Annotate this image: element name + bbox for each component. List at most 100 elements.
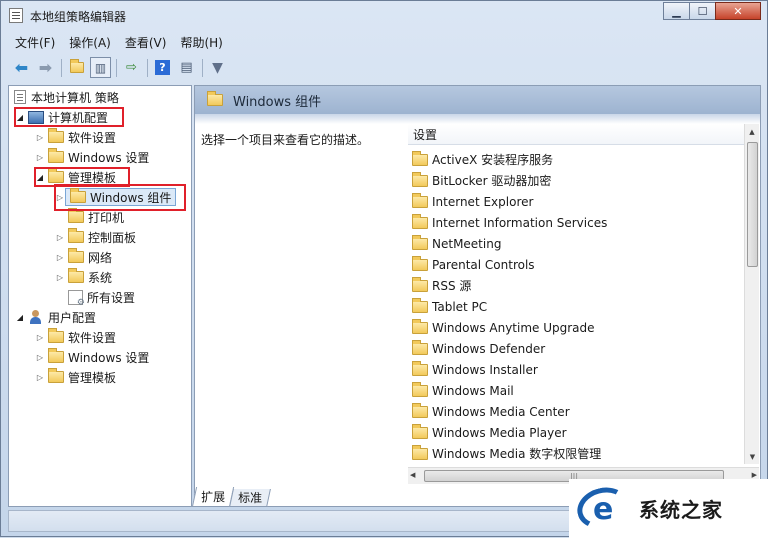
tree-label: 系统 (88, 270, 113, 285)
list-item[interactable]: BitLocker 驱动器加密 (408, 170, 738, 191)
expand-arrow-icon[interactable]: ▷ (35, 373, 45, 382)
tree-item-user-admin-templates[interactable]: ▷ 管理模板 (35, 368, 116, 386)
tree-item-user-software-settings[interactable]: ▷ 软件设置 (35, 328, 116, 346)
tree-item-windows-settings[interactable]: ▷ Windows 设置 (35, 148, 149, 166)
folder-icon (207, 91, 223, 106)
vertical-scrollbar[interactable]: ▲ ▼ (744, 124, 759, 464)
expand-arrow-icon[interactable]: ▷ (35, 333, 45, 342)
list-item[interactable]: ActiveX 安装程序服务 (408, 149, 738, 170)
expand-arrow-icon[interactable]: ▷ (55, 253, 65, 262)
folder-icon (412, 150, 428, 166)
list-item-label: Windows Anytime Upgrade (432, 320, 595, 335)
list-item[interactable]: Tablet PC (408, 296, 738, 317)
list-item[interactable]: Windows Installer (408, 359, 738, 380)
scroll-left-arrow-icon[interactable]: ◀ (410, 471, 415, 479)
all-settings-icon (68, 289, 85, 308)
list-item[interactable]: NetMeeting (408, 233, 738, 254)
column-header-setting[interactable]: 设置 (408, 124, 751, 145)
expand-arrow-icon[interactable]: ▷ (35, 133, 45, 142)
folder-icon (68, 228, 84, 243)
toolbar-separator (202, 58, 203, 77)
tree-item-control-panel[interactable]: ▷ 控制面板 (55, 228, 136, 246)
list-item[interactable]: Windows Media Player (408, 422, 738, 443)
up-folder-button[interactable] (66, 57, 87, 78)
scroll-right-arrow-icon[interactable]: ▶ (752, 471, 757, 479)
properties-icon: ▤ (180, 60, 193, 75)
tab-standard[interactable]: 标准 (229, 489, 271, 507)
toolbar: ⬅ ➡ ▥ ⇨ ? ▤ ▼ (8, 54, 761, 81)
list-item[interactable]: Windows Defender (408, 338, 738, 359)
description-text: 选择一个项目来查看它的描述。 (201, 133, 370, 147)
back-button[interactable]: ⬅ (11, 57, 32, 78)
help-icon: ? (155, 60, 170, 75)
menu-action[interactable]: 操作(A) (62, 34, 118, 51)
console-tree: 本地计算机 策略 ◢ 计算机配置 ▷ 软件设置 ▷ Windows 设置 ◢ 管… (8, 85, 192, 507)
list-item[interactable]: Windows Mail (408, 380, 738, 401)
folder-icon (412, 339, 428, 355)
filter-button[interactable]: ▼ (207, 57, 228, 78)
list-item-label: Windows Media Player (432, 425, 567, 440)
minimize-button[interactable]: ▁ (663, 2, 690, 20)
menu-help[interactable]: 帮助(H) (173, 34, 229, 51)
list-item[interactable]: Internet Information Services (408, 212, 738, 233)
maximize-button[interactable]: ☐ (689, 2, 716, 20)
main-window: 本地组策略编辑器 ▁ ☐ ✕ 文件(F) 操作(A) 查看(V) 帮助(H) ⬅… (0, 0, 768, 538)
scroll-down-arrow-icon[interactable]: ▼ (745, 449, 760, 464)
tree-item-user-config[interactable]: ◢ 用户配置 (15, 308, 96, 326)
export-list-button[interactable]: ⇨ (121, 57, 142, 78)
list-item[interactable]: Internet Explorer (408, 191, 738, 212)
folder-icon (48, 128, 64, 143)
show-hide-tree-button[interactable]: ▥ (90, 57, 111, 78)
list-item[interactable]: Windows Media Center (408, 401, 738, 422)
folder-icon (68, 268, 84, 283)
properties-button[interactable]: ▤ (176, 57, 197, 78)
export-list-icon: ⇨ (126, 60, 137, 75)
menu-view[interactable]: 查看(V) (118, 34, 174, 51)
forward-button[interactable]: ➡ (35, 57, 56, 78)
folder-icon (412, 276, 428, 292)
list-item[interactable]: Parental Controls (408, 254, 738, 275)
back-arrow-icon: ⬅ (14, 58, 29, 77)
tree-label: 控制面板 (88, 230, 137, 245)
folder-icon (412, 381, 428, 397)
expand-arrow-icon[interactable]: ▷ (55, 273, 65, 282)
tree-label: 用户配置 (48, 310, 97, 325)
tree-item-all-settings[interactable]: 所有设置 (65, 288, 135, 308)
tab-extended[interactable]: 扩展 (191, 487, 235, 507)
list-item[interactable]: RSS 源 (408, 275, 738, 296)
tree-label: 软件设置 (68, 130, 117, 145)
watermark: e 系统之家 (569, 479, 768, 538)
expand-arrow-icon[interactable]: ▷ (35, 353, 45, 362)
tree-item-network[interactable]: ▷ 网络 (55, 248, 112, 266)
tree-item-system[interactable]: ▷ 系统 (55, 268, 112, 286)
close-button[interactable]: ✕ (715, 2, 761, 20)
details-header-title: Windows 组件 (233, 94, 322, 110)
list-item-label: BitLocker 驱动器加密 (432, 174, 552, 188)
header-strip (195, 114, 760, 124)
scroll-thumb[interactable] (747, 142, 758, 267)
up-folder-icon (69, 59, 84, 73)
policy-editor-icon (9, 8, 23, 23)
list-item-label: Windows Media Center (432, 404, 570, 419)
list-item[interactable]: Windows Media 数字权限管理 (408, 443, 738, 464)
expand-arrow-icon[interactable]: ▷ (55, 233, 65, 242)
tree-item-user-windows-settings[interactable]: ▷ Windows 设置 (35, 348, 149, 366)
collapse-arrow-icon[interactable]: ◢ (15, 313, 25, 322)
list-item-label: NetMeeting (432, 236, 502, 251)
help-button[interactable]: ? (152, 57, 173, 78)
list-item[interactable]: Windows Anytime Upgrade (408, 317, 738, 338)
user-icon (28, 310, 44, 324)
tab-label: 标准 (238, 491, 263, 505)
tree-label: Windows 设置 (68, 350, 150, 365)
scroll-up-arrow-icon[interactable]: ▲ (745, 124, 759, 139)
menu-file[interactable]: 文件(F) (8, 34, 62, 51)
tree-label: 打印机 (88, 210, 125, 225)
tree-label: 网络 (88, 250, 113, 265)
expand-arrow-icon[interactable]: ▷ (35, 153, 45, 162)
tree-root[interactable]: 本地计算机 策略 (11, 88, 119, 106)
list-item-label: Tablet PC (432, 299, 488, 314)
tree-label: 本地计算机 策略 (31, 90, 119, 105)
settings-list: ActiveX 安装程序服务 BitLocker 驱动器加密 Internet Ex… (408, 149, 738, 464)
tree-item-software-settings[interactable]: ▷ 软件设置 (35, 128, 116, 146)
title-bar[interactable]: 本地组策略编辑器 ▁ ☐ ✕ (1, 1, 767, 30)
